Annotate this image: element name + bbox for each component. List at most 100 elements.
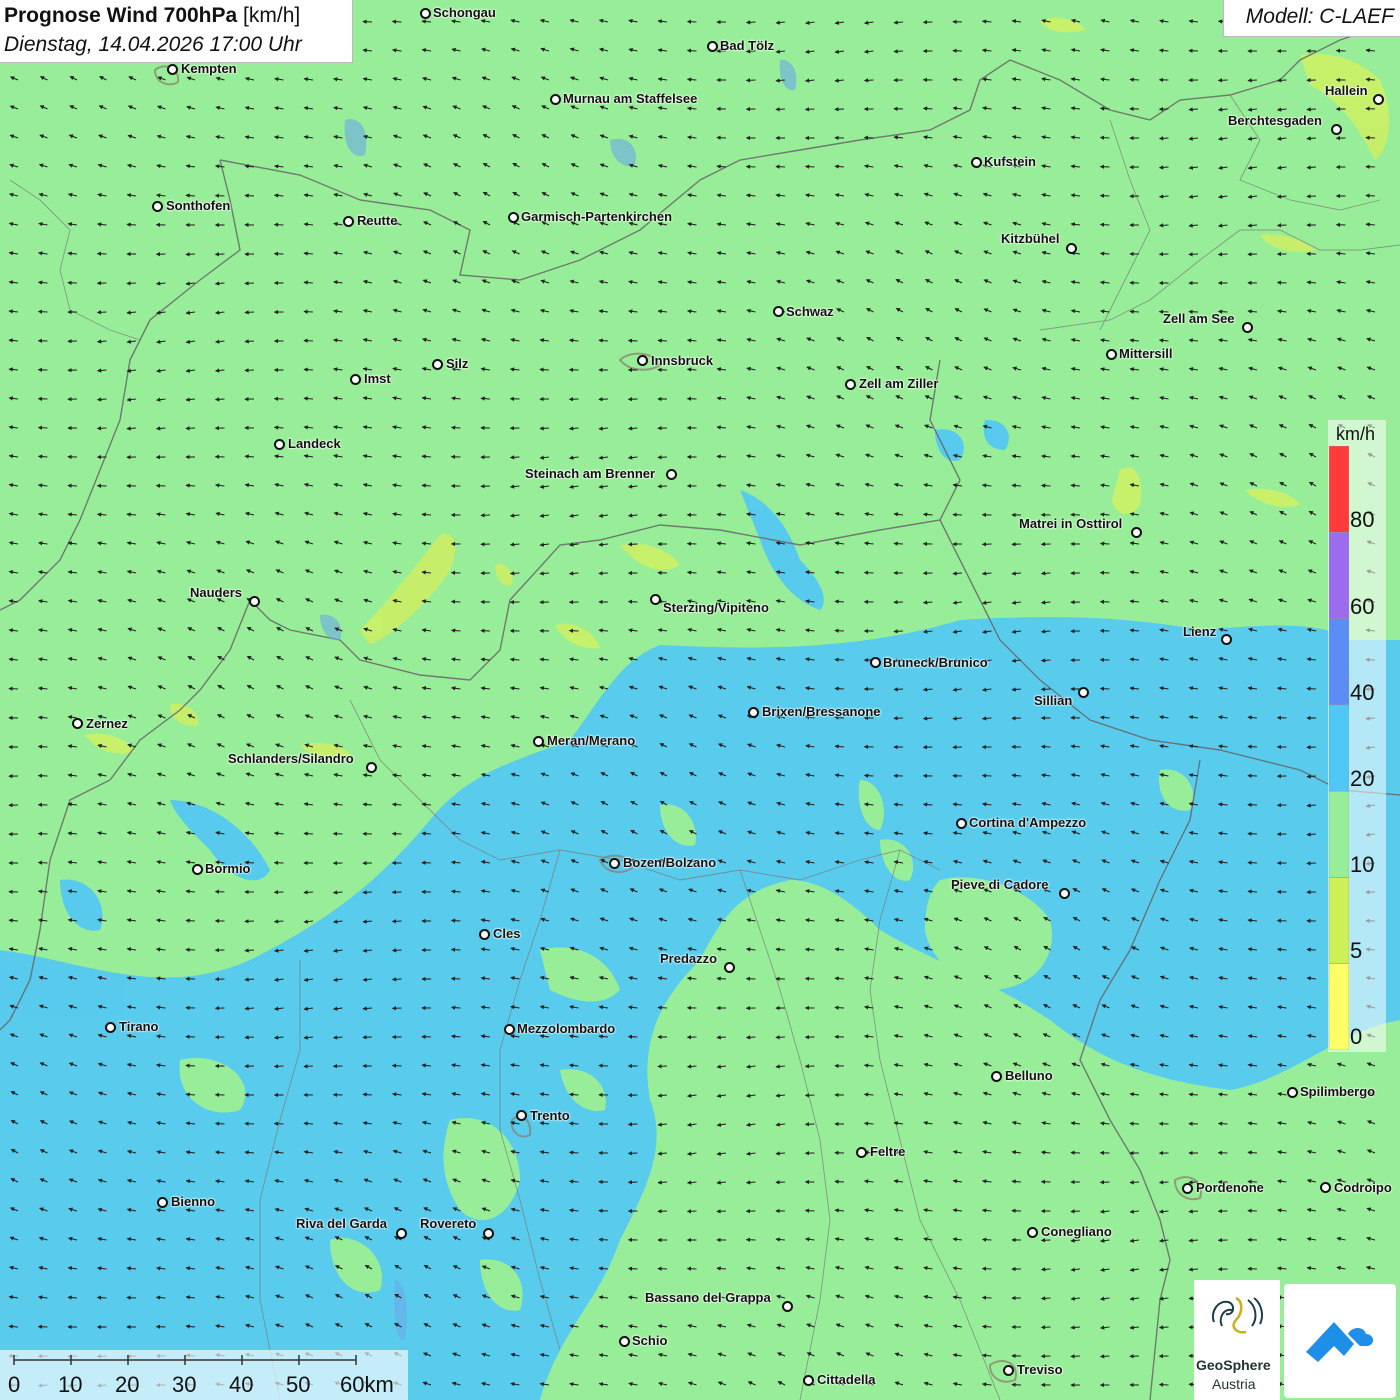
city-label: Imst (364, 371, 391, 386)
city-label: Bienno (171, 1194, 216, 1209)
city-label: Bozen/Bolzano (623, 855, 717, 870)
wind-arrow (450, 425, 461, 430)
city-dot-icon (550, 94, 561, 105)
wind-arrow (391, 977, 402, 982)
city-label: Pieve di Cadore (951, 877, 1049, 892)
wind-arrow (1306, 136, 1317, 141)
wind-arrow (657, 455, 668, 460)
city-dot-icon (396, 1228, 407, 1239)
city-label: Treviso (1017, 1362, 1063, 1377)
wind-arrow (273, 425, 284, 430)
city-label: Sillian (1034, 693, 1073, 708)
wind-arrow (1099, 541, 1110, 546)
wind-arrow (863, 570, 874, 575)
city-dot-icon (971, 157, 982, 168)
city-dot-icon (1373, 94, 1384, 105)
wind-arrow (745, 1180, 756, 1185)
wind-arrow (244, 281, 255, 286)
wind-arrow (450, 628, 461, 633)
wind-arrow (214, 193, 225, 198)
city-label: Berchtesgaden (1228, 113, 1322, 128)
wind-arrow (303, 309, 314, 314)
legend-band (1329, 704, 1349, 792)
city-dot-icon (1221, 634, 1232, 645)
wind-arrow (627, 542, 638, 547)
wind-arrow (1040, 483, 1051, 488)
city-label: Steinach am Brenner (525, 466, 656, 481)
wind-arrow (598, 338, 609, 343)
wind-arrow (303, 890, 314, 895)
city-label: Predazzo (660, 951, 718, 966)
wind-arrow (863, 78, 874, 83)
wind-arrow (185, 483, 196, 488)
wind-arrow (67, 483, 78, 488)
legend-label: 5 (1350, 938, 1363, 963)
scale-label: 20 (115, 1372, 140, 1397)
wind-arrow (804, 1093, 815, 1098)
wind-arrow (214, 397, 225, 402)
city-dot-icon (1106, 349, 1117, 360)
wind-arrow (716, 1209, 727, 1214)
wind-arrow (716, 512, 727, 517)
wind-arrow (126, 222, 137, 227)
wind-arrow (1158, 165, 1169, 170)
wind-arrow (686, 1209, 697, 1214)
wind-arrow (893, 629, 904, 634)
wind-arrow (126, 426, 137, 431)
wind-arrow (1158, 1180, 1169, 1185)
city-dot-icon (803, 1375, 814, 1386)
app-logo[interactable] (1284, 1284, 1396, 1398)
city-dot-icon (366, 762, 377, 773)
city-label: Bormio (205, 861, 251, 876)
city-dot-icon (1027, 1227, 1038, 1238)
wind-arrow (1070, 1150, 1081, 1155)
wind-arrow (804, 107, 815, 112)
wind-arrow (745, 78, 756, 83)
wind-arrow (745, 164, 756, 169)
city-dot-icon (1059, 888, 1070, 899)
wind-arrow (952, 512, 963, 517)
wind-arrow (185, 918, 196, 923)
wind-arrow (834, 686, 845, 691)
city-dot-icon (845, 379, 856, 390)
wind-arrow (863, 1092, 874, 1097)
wind-arrow (1217, 1121, 1228, 1126)
wind-arrow (981, 1266, 992, 1271)
wind-arrow (657, 1180, 668, 1185)
city-dot-icon (748, 707, 759, 718)
wind-arrow (1247, 1150, 1258, 1155)
city-label: Zernez (86, 716, 128, 731)
wind-arrow (716, 976, 727, 981)
wind-arrow (775, 164, 786, 169)
wind-arrow (421, 831, 432, 836)
wind-arrow (863, 135, 874, 140)
city-label: Tirano (119, 1019, 159, 1034)
wind-arrow (775, 107, 786, 112)
city-dot-icon (666, 469, 677, 480)
title-box: Prognose Wind 700hPa [km/h] Dienstag, 14… (0, 0, 353, 63)
city-label: Garmisch-Partenkirchen (521, 209, 673, 224)
wind-arrow (1247, 889, 1258, 894)
wind-arrow (922, 106, 933, 111)
city-label: Lienz (1183, 624, 1217, 639)
wind-arrow (716, 135, 727, 140)
wind-arrow (126, 281, 137, 286)
city-label: Cortina d'Ampezzo (969, 815, 1087, 830)
city-dot-icon (619, 1336, 630, 1347)
legend-band (1329, 446, 1349, 533)
wind-arrow (8, 686, 19, 691)
city-label: Hallein (1325, 83, 1368, 98)
city-label: Zell am See (1163, 311, 1235, 326)
wind-arrow (391, 919, 402, 924)
wind-arrow (1040, 571, 1051, 576)
wind-arrow (952, 77, 963, 82)
wind-arrow (1070, 1209, 1081, 1214)
wind-arrow (362, 19, 373, 24)
city-label: Mittersill (1119, 346, 1173, 361)
wind-arrow (539, 367, 550, 372)
city-dot-icon (650, 594, 661, 605)
city-dot-icon (724, 962, 735, 973)
city-label: Schongau (433, 5, 496, 20)
wind-arrow (8, 1324, 19, 1329)
city-label: Kufstein (984, 154, 1036, 169)
